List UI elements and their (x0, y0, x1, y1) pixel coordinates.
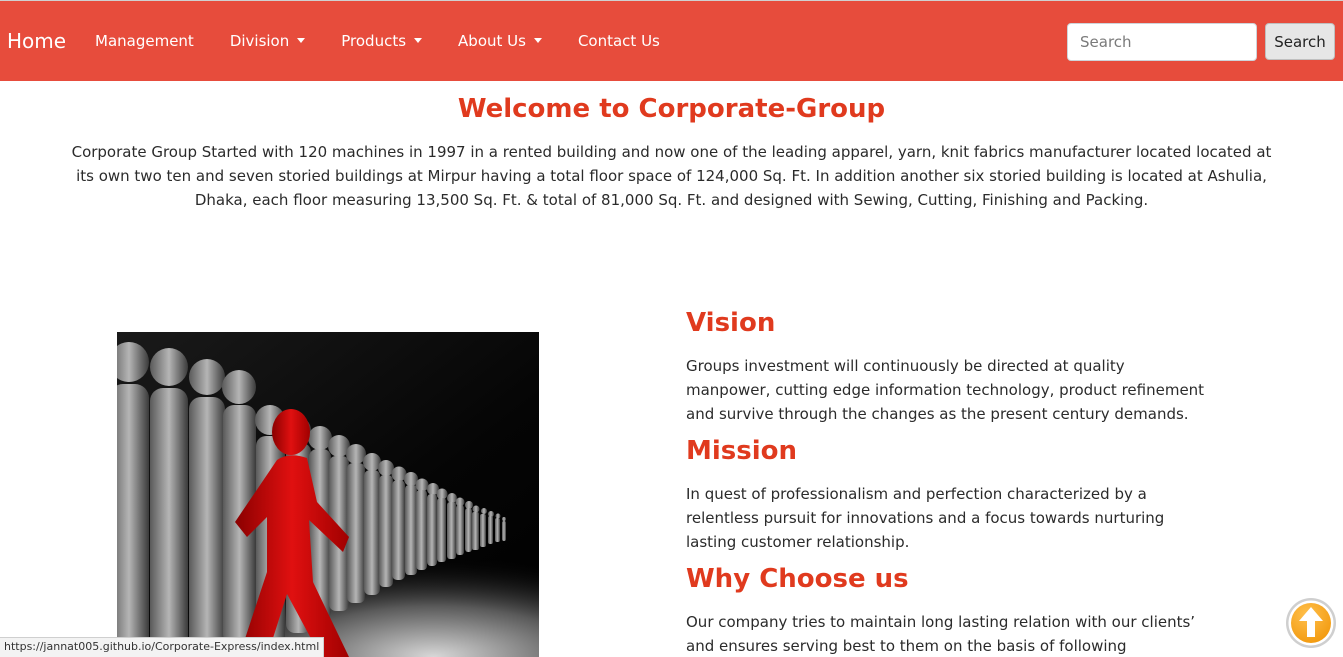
vision-title: Vision (686, 308, 776, 338)
search-button[interactable]: Search (1265, 23, 1335, 60)
caret-down-icon (533, 37, 542, 43)
nav-about-dropdown[interactable]: About Us (458, 32, 542, 50)
search-input[interactable] (1067, 23, 1257, 61)
arrow-up-icon (1286, 598, 1336, 648)
nav-division-label: Division (229, 32, 290, 50)
mission-title: Mission (686, 436, 798, 466)
nav-home-link[interactable]: Home (7, 29, 66, 53)
nav-contact-link[interactable]: Contact Us (578, 32, 660, 50)
nav-links: Management Division Products About Us Co… (95, 32, 660, 50)
mission-text: In quest of professionalism and perfecti… (686, 485, 1165, 551)
navbar: Home Management Division Products About … (0, 0, 1343, 81)
caret-down-icon (414, 37, 423, 43)
leader-figure-image (117, 332, 539, 657)
welcome-title: Welcome to Corporate-Group (457, 94, 886, 124)
nav-contact-label: Contact Us (577, 32, 660, 50)
why-choose-title: Why Choose us (686, 564, 909, 594)
vision-text: Groups investment will continuously be d… (686, 357, 1205, 423)
nav-about-label: About Us (458, 32, 526, 50)
status-bar-url: https://jannat005.github.io/Corporate-Ex… (0, 637, 325, 657)
caret-down-icon (297, 37, 306, 43)
why-choose-text: Our company tries to maintain long lasti… (686, 613, 1196, 655)
nav-products-label: Products (341, 32, 407, 50)
welcome-text: Corporate Group Started with 120 machine… (71, 143, 1272, 209)
nav-management-label: Management (95, 32, 194, 50)
nav-products-dropdown[interactable]: Products (341, 32, 423, 50)
nav-management-link[interactable]: Management (95, 32, 194, 50)
nav-division-dropdown[interactable]: Division (229, 32, 306, 50)
scroll-to-top-button[interactable] (1285, 597, 1337, 649)
leader-figure-illustration (117, 332, 539, 657)
